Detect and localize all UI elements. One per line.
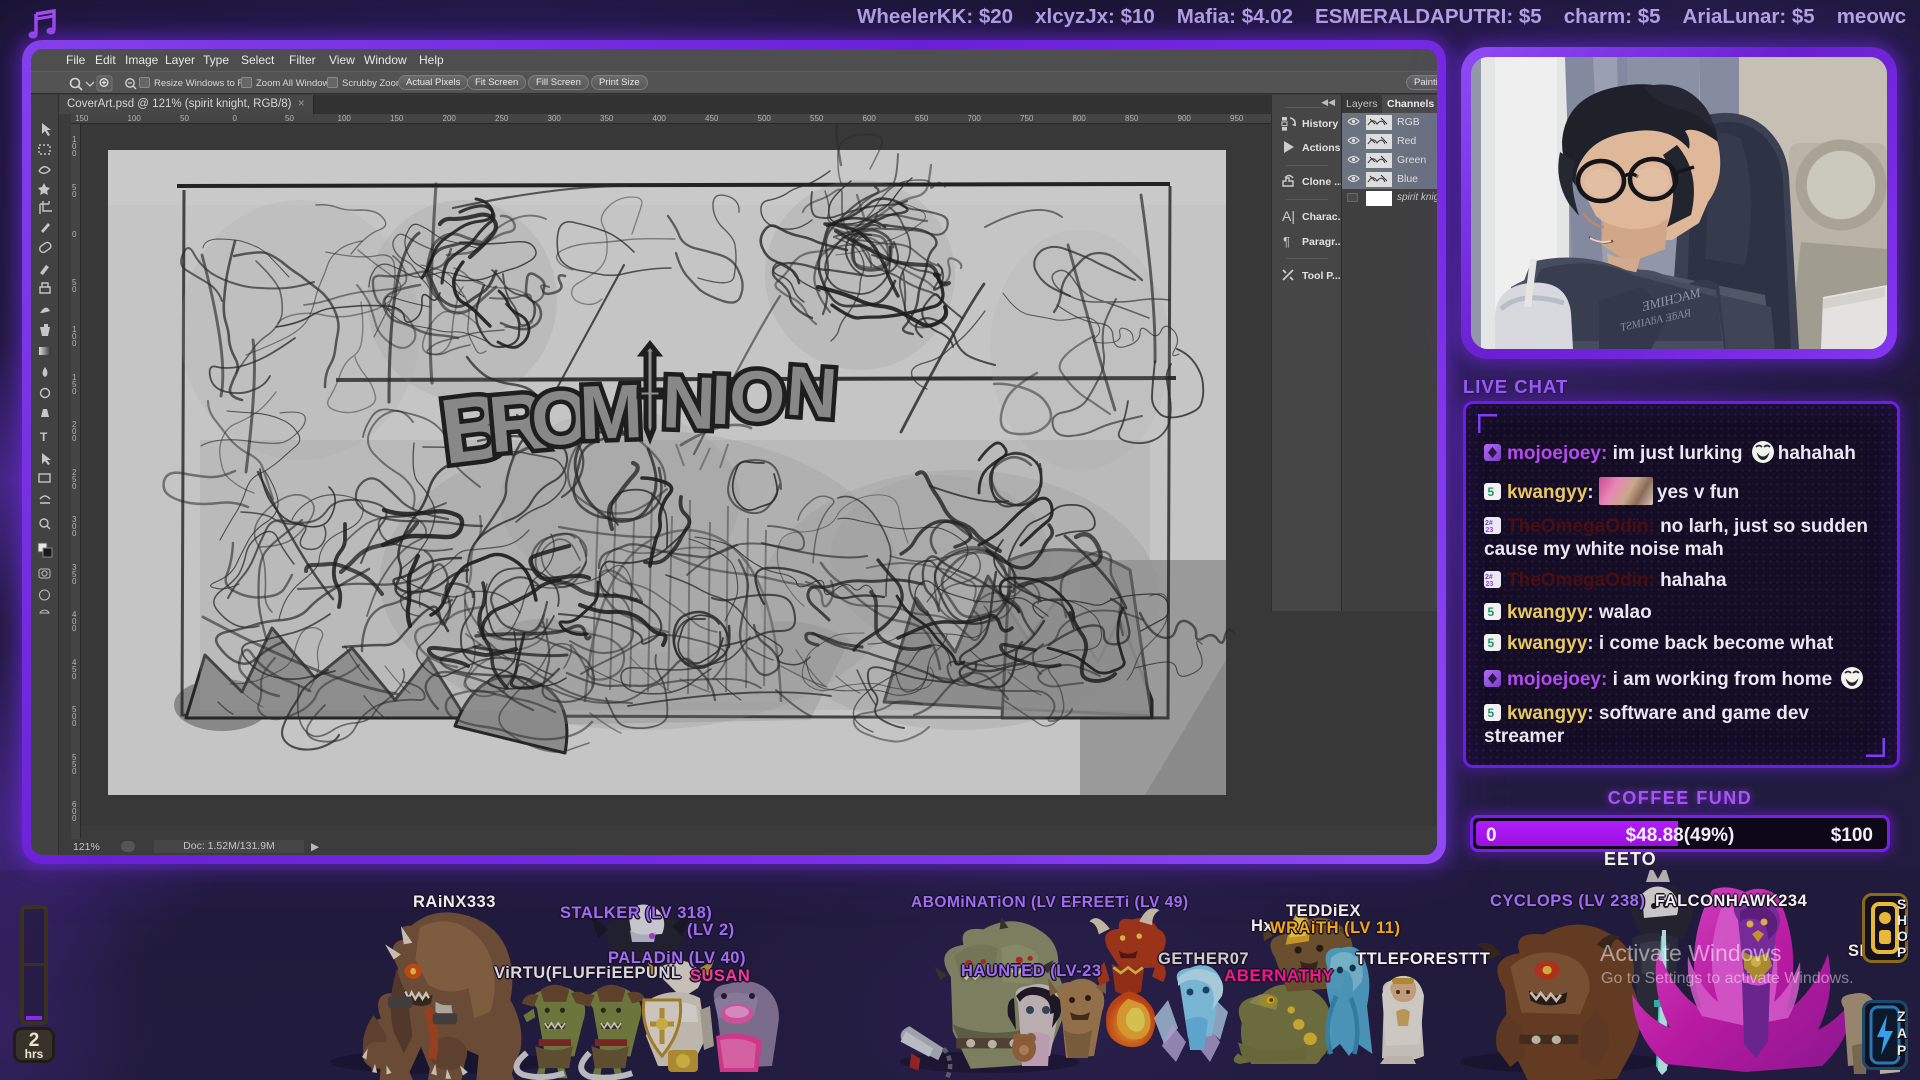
svg-text:¶: ¶ — [1283, 234, 1290, 249]
svg-text:5: 5 — [1488, 706, 1495, 720]
svg-text:2#: 2# — [1485, 574, 1493, 581]
svg-text:T: T — [40, 430, 48, 444]
svg-text:2#: 2# — [1485, 520, 1493, 527]
svg-text:M: M — [578, 369, 644, 456]
svg-text:5: 5 — [1488, 485, 1495, 499]
svg-text:23: 23 — [1486, 527, 1494, 534]
svg-text:A|: A| — [1282, 208, 1295, 224]
svg-text:O: O — [727, 356, 787, 439]
svg-text:5: 5 — [1488, 636, 1495, 650]
svg-text:5: 5 — [1488, 605, 1495, 619]
svg-text:23: 23 — [1486, 581, 1494, 588]
svg-text:N: N — [784, 351, 840, 432]
svg-text:N: N — [661, 360, 717, 445]
